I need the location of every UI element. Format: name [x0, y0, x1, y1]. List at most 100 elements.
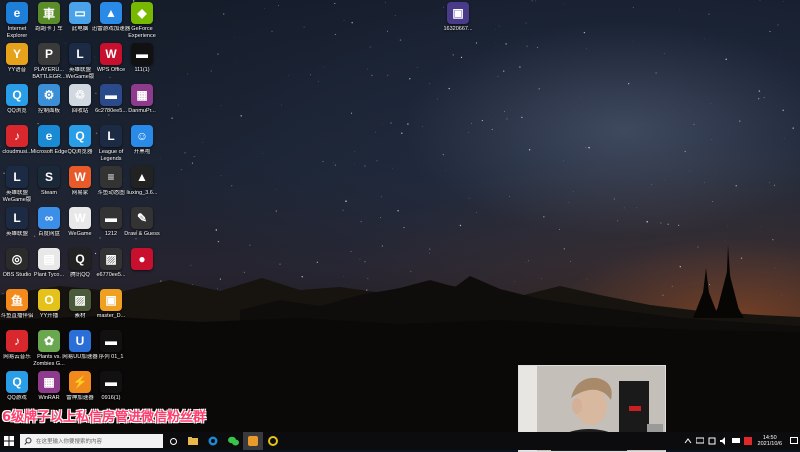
qq-game-icon: Q [6, 371, 28, 393]
edge-icon: e [38, 125, 60, 147]
desktop-icon-label: 0916(1) [91, 395, 131, 402]
file-icon: ▬ [100, 84, 122, 106]
desktop-icon[interactable]: ▦ DanmuPr... [125, 84, 159, 115]
file-icon: ▲ [131, 166, 153, 188]
desktop-icon[interactable]: L英雄联盟 WeGame版 [63, 43, 97, 80]
taskbar-search-input[interactable]: 在这里输入你要搜索的内容 [20, 434, 163, 448]
file-icon: ▬ [100, 207, 122, 229]
netease-music-icon: ♪ [6, 125, 28, 147]
system-tray: 14:50 2021/10/6 [682, 432, 800, 450]
clock-date: 2021/10/6 [758, 441, 782, 448]
geforce-icon: ◆ [131, 2, 153, 24]
input-method-icon[interactable] [744, 437, 752, 445]
douyu-icon: ≡ [100, 166, 122, 188]
yy-live-icon [268, 436, 278, 446]
taskbar: 在这里输入你要搜索的内容 14:50 2021/10/6 [0, 432, 800, 450]
stream-overlay-text: 6级牌子以上私信房管进微信粉丝群 [2, 406, 206, 425]
control-panel-icon: ⚙ [38, 84, 60, 106]
steam-icon: S [38, 166, 60, 188]
desktop-icon[interactable]: ▬ 111(1) [125, 43, 159, 74]
desktop-icon[interactable]: ▣master_D... [94, 289, 128, 320]
wechat-icon [228, 436, 239, 446]
desktop-icon[interactable]: ▣ 16320667... [441, 2, 475, 33]
desktop-icon[interactable]: LLeague of Legends [94, 125, 128, 162]
search-placeholder: 在这里输入你要搜索的内容 [36, 437, 102, 445]
desktop-icon-label: 序列 01_1 [91, 354, 131, 361]
desktop-icon-label: 16320667... [438, 26, 478, 33]
desktop-icon-label: 111(1) [122, 67, 162, 74]
draw-guess-icon: ✎ [131, 207, 153, 229]
yy-icon: Y [6, 43, 28, 65]
uu-icon: U [69, 330, 91, 352]
app-icon [248, 436, 258, 446]
netease-music-icon: ♪ [6, 330, 28, 352]
computer-icon: ▭ [69, 2, 91, 24]
desktop-icon-label: DanmuPr... [122, 108, 162, 115]
lol-icon: L [100, 125, 122, 147]
desktop-icon-label: liuxing_3.6... [122, 190, 162, 197]
taskbar-app-yy[interactable] [263, 432, 283, 450]
ie-icon: e [6, 2, 28, 24]
folder-icon: ▣ [100, 289, 122, 311]
desktop-icon-label: GeForce Experience [122, 26, 162, 39]
winrar-icon: ▦ [38, 371, 60, 393]
desktop-icon[interactable]: L英雄联盟 WeGame版 [0, 166, 34, 203]
desktop-icon-label: e6770ee5... [91, 272, 131, 279]
wegame-icon: W [69, 207, 91, 229]
game-icon: 車 [38, 2, 60, 24]
douyu-icon: 鱼 [6, 289, 28, 311]
desktop-icon[interactable]: ● [125, 248, 159, 272]
start-button[interactable] [0, 432, 18, 450]
video-icon: ▬ [131, 43, 153, 65]
taskbar-app-wechat[interactable] [223, 432, 243, 450]
task-view-button[interactable] [163, 432, 183, 450]
desktop-icon[interactable]: eInternet Explorer [0, 2, 34, 39]
volume-icon[interactable] [720, 437, 728, 445]
image-icon: ▣ [447, 2, 469, 24]
baidu-netdisk-icon: ∞ [38, 207, 60, 229]
xunlei-icon: ▲ [100, 2, 122, 24]
file-explorer-icon [188, 437, 198, 445]
taskbar-app-explorer[interactable] [183, 432, 203, 450]
qq-browser-icon: Q [69, 125, 91, 147]
lol-icon: L [6, 207, 28, 229]
desktop-icon[interactable]: ☺ 开黑啦 [125, 125, 159, 156]
pubg-icon: P [38, 43, 60, 65]
desktop-icon[interactable]: ▬序列 01_1 [94, 330, 128, 361]
task-view-icon [169, 437, 178, 446]
desktop-icon[interactable]: ◆ GeForce Experience [125, 2, 159, 39]
yy-live-icon: O [38, 289, 60, 311]
kaiheila-icon: ☺ [131, 125, 153, 147]
qq-penguin-icon: Q [69, 248, 91, 270]
lol-icon: L [6, 166, 28, 188]
search-icon [24, 437, 32, 445]
windows-logo-icon [4, 436, 14, 446]
taskbar-app-edge[interactable] [203, 432, 223, 450]
app-icon: ● [131, 248, 153, 270]
desktop-icon-label: 开黑啦 [122, 149, 162, 156]
video-icon: ▬ [100, 371, 122, 393]
image-icon: ▨ [69, 289, 91, 311]
desktop-icon[interactable]: ✿Plants vs. Zombies G... [32, 330, 66, 367]
edge-icon [208, 436, 218, 446]
system-clock[interactable]: 14:50 2021/10/6 [758, 435, 782, 448]
netease-icon: W [69, 166, 91, 188]
tray-app-icon[interactable] [708, 437, 716, 445]
desktop-icon[interactable]: ▨ e6770ee5... [94, 248, 128, 279]
notification-icon[interactable] [790, 437, 798, 445]
desktop-icon[interactable]: ▲ liuxing_3.6... [125, 166, 159, 197]
file-icon: ▦ [131, 84, 153, 106]
image-icon: ▨ [100, 248, 122, 270]
desktop-wallpaper: eInternet ExplorerYYY语音QQQ浏览♪cloudmusi..… [0, 0, 800, 432]
chevron-up-icon[interactable] [684, 437, 692, 445]
wps-icon: W [100, 43, 122, 65]
obs-icon: ◎ [6, 248, 28, 270]
taskbar-app-active[interactable] [243, 432, 263, 450]
network-icon[interactable] [696, 437, 704, 445]
desktop-icon[interactable]: ▬ 0916(1) [94, 371, 128, 402]
display-icon[interactable] [732, 437, 740, 445]
desktop-icon-label: Draw & Guess [122, 231, 162, 238]
desktop-icon[interactable]: ✎ Draw & Guess [125, 207, 159, 238]
recycle-bin-icon: ♲ [69, 84, 91, 106]
leishen-icon: ⚡ [69, 371, 91, 393]
